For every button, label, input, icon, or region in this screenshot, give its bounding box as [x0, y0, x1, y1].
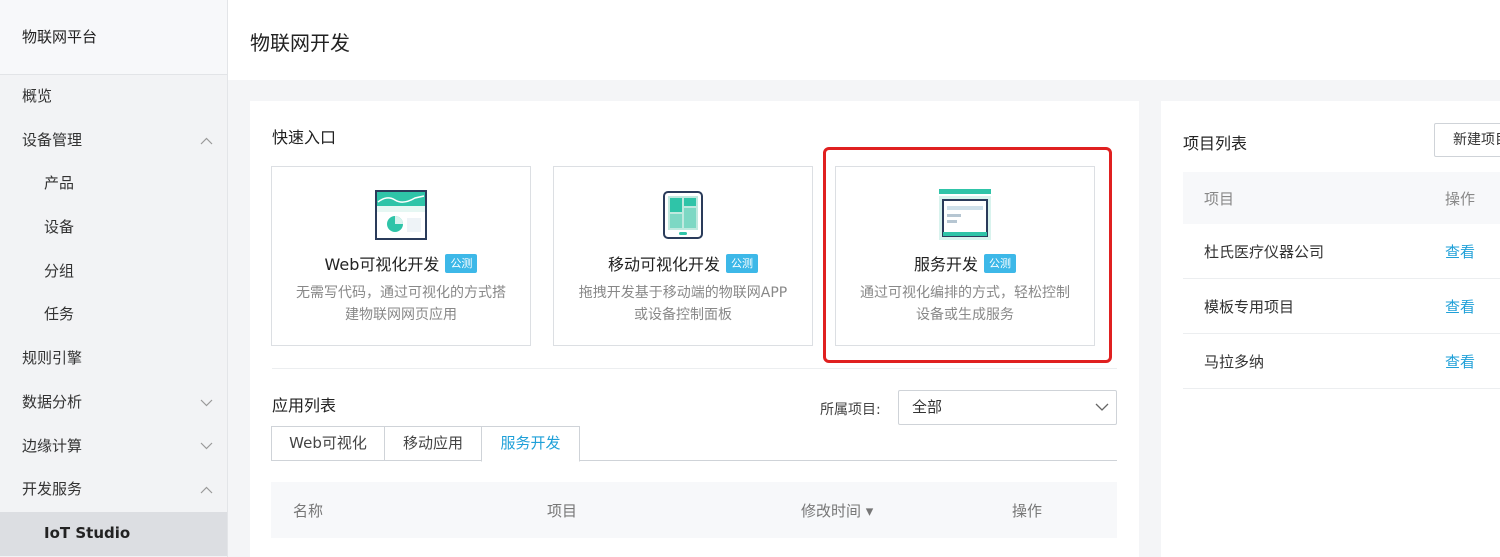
- chevron-up-icon: [199, 468, 213, 512]
- table-row: 马拉多纳 查看: [1183, 334, 1500, 389]
- column-header-action: 操作: [1445, 190, 1476, 208]
- sidebar-item-data-analysis[interactable]: 数据分析: [0, 381, 227, 425]
- quick-card-desc: 无需写代码，通过可视化的方式搭建物联网网页应用: [296, 285, 506, 323]
- quick-card-desc: 拖拽开发基于移动端的物联网APP或设备控制面板: [578, 285, 788, 323]
- web-visual-icon: [373, 187, 429, 243]
- sidebar-item-label: 任务: [44, 305, 75, 324]
- quick-card-mobile-visual[interactable]: 移动可视化开发 公测 拖拽开发基于移动端的物联网APP或设备控制面板: [553, 166, 813, 346]
- sidebar: 物联网平台 概览 设备管理 产品 设备 分组 任务 规则引擎 数据分析 边缘计算…: [0, 0, 228, 557]
- sidebar-item-dev-services[interactable]: 开发服务: [0, 468, 227, 512]
- app-table-header: 名称 项目 修改时间 ▾ 操作: [271, 482, 1117, 538]
- sidebar-item-label: 规则引擎: [22, 349, 83, 368]
- view-link[interactable]: 查看: [1445, 351, 1475, 372]
- table-row: 杜氏医疗仪器公司 查看: [1183, 224, 1500, 279]
- column-header-modified[interactable]: 修改时间 ▾: [801, 500, 873, 521]
- quick-card-title: 移动可视化开发: [607, 255, 720, 274]
- sidebar-item-label: 产品: [44, 174, 75, 193]
- sidebar-item-label: 概览: [22, 87, 53, 105]
- chevron-down-icon: [199, 381, 213, 425]
- sidebar-item-overview[interactable]: 概览: [0, 75, 227, 119]
- project-list-title: 项目列表: [1183, 134, 1248, 153]
- column-header-action: 操作: [1012, 502, 1043, 520]
- quick-entry-title: 快速入口: [272, 128, 337, 147]
- sidebar-item-label: 设备: [44, 218, 75, 237]
- sidebar-item-label: IoT Studio: [44, 523, 131, 542]
- sidebar-nav: 概览 设备管理 产品 设备 分组 任务 规则引擎 数据分析 边缘计算 开发服务 …: [0, 75, 227, 556]
- app-list-title: 应用列表: [272, 396, 337, 415]
- chevron-down-icon: [199, 425, 213, 469]
- tab-web-visual[interactable]: Web可视化: [271, 426, 385, 461]
- new-project-button[interactable]: 新建项目: [1434, 123, 1500, 157]
- sidebar-item-device-management[interactable]: 设备管理: [0, 119, 227, 163]
- sidebar-item-rule-engine[interactable]: 规则引擎: [0, 337, 227, 381]
- section-divider: [272, 368, 1117, 369]
- chevron-down-icon: [1095, 403, 1109, 411]
- sidebar-item-product[interactable]: 产品: [0, 162, 227, 206]
- app-tabs: Web可视化 移动应用 服务开发: [271, 426, 1117, 462]
- view-link[interactable]: 查看: [1445, 241, 1475, 262]
- tab-mobile-app[interactable]: 移动应用: [384, 426, 482, 461]
- quick-card-web-visual[interactable]: Web可视化开发 公测 无需写代码，通过可视化的方式搭建物联网网页应用: [271, 166, 531, 346]
- sidebar-item-task[interactable]: 任务: [0, 293, 227, 337]
- sidebar-item-label: 开发服务: [22, 480, 83, 499]
- highlight-annotation: [823, 147, 1112, 363]
- page-header: 物联网开发: [228, 0, 1500, 80]
- quick-card-title: Web可视化开发: [324, 255, 440, 274]
- sidebar-item-group[interactable]: 分组: [0, 250, 227, 294]
- tab-service-dev[interactable]: 服务开发: [481, 426, 580, 462]
- mobile-visual-icon: [655, 187, 711, 243]
- project-name: 杜氏医疗仪器公司: [1204, 243, 1325, 261]
- sidebar-item-label: 数据分析: [22, 392, 83, 411]
- column-header-project: 项目: [1204, 190, 1235, 208]
- project-filter-label: 所属项目:: [820, 402, 881, 418]
- project-table-header: 项目 操作: [1183, 172, 1500, 224]
- sidebar-brand: 物联网平台: [0, 0, 227, 75]
- beta-badge: 公测: [726, 253, 758, 273]
- beta-badge: 公测: [445, 253, 478, 273]
- project-name: 马拉多纳: [1204, 353, 1265, 371]
- column-header-project: 项目: [547, 502, 578, 520]
- project-name: 模板专用项目: [1204, 298, 1295, 316]
- project-list-panel: 项目列表 新建项目 项目 操作 杜氏医疗仪器公司 查看 模板专用项目 查看 马拉…: [1161, 101, 1500, 557]
- project-filter-value: 全部: [912, 398, 943, 416]
- sidebar-item-device[interactable]: 设备: [0, 206, 227, 250]
- sidebar-item-label: 设备管理: [22, 130, 83, 149]
- view-link[interactable]: 查看: [1445, 296, 1475, 317]
- sidebar-item-label: 分组: [44, 261, 75, 280]
- sidebar-item-label: 边缘计算: [22, 436, 83, 455]
- column-header-name: 名称: [293, 502, 324, 520]
- project-filter-select[interactable]: 全部: [898, 390, 1117, 425]
- sidebar-item-iot-studio[interactable]: IoT Studio: [0, 511, 227, 556]
- page-title: 物联网开发: [250, 31, 350, 55]
- table-row: 模板专用项目 查看: [1183, 279, 1500, 334]
- sidebar-item-edge-computing[interactable]: 边缘计算: [0, 425, 227, 469]
- chevron-up-icon: [199, 119, 213, 163]
